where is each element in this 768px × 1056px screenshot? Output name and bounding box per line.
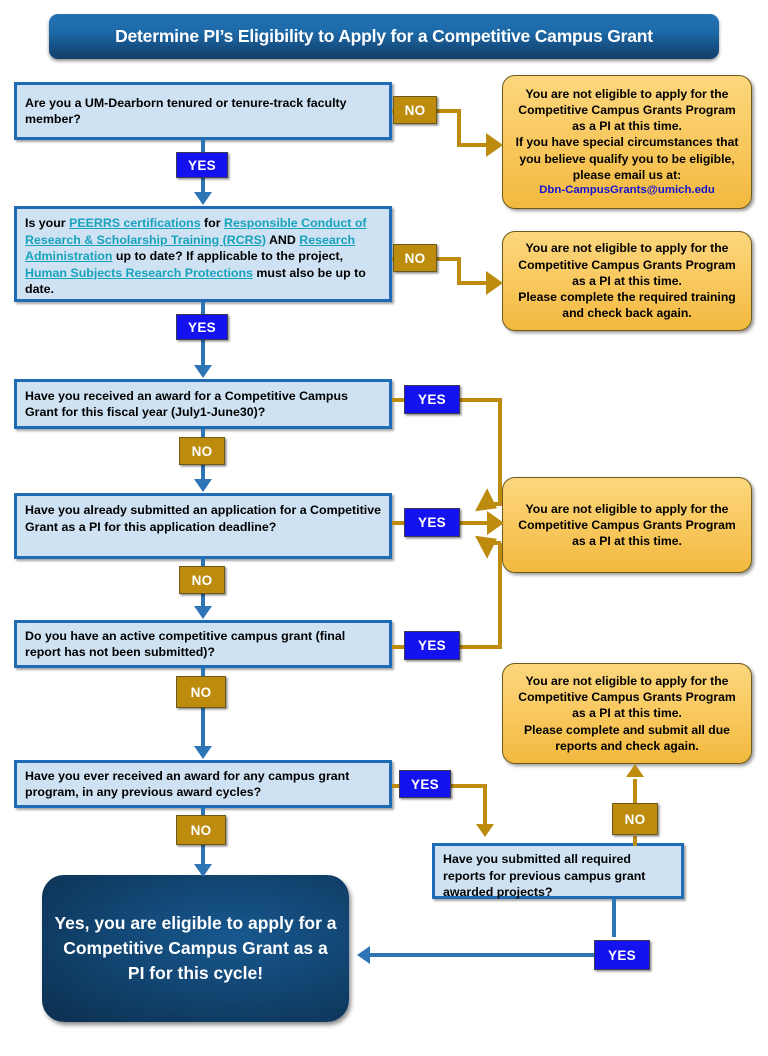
arrowhead-q1-yes (194, 192, 212, 205)
result-2-line2: Please complete the required training an… (518, 290, 736, 321)
label-no-q1: NO (393, 96, 437, 124)
label-no-q3: NO (179, 437, 225, 465)
connector-q6-yes-h2 (451, 784, 487, 788)
question-5-text: Do you have an active competitive campus… (25, 628, 346, 660)
question-box-7[interactable]: Have you submitted all required reports … (432, 843, 684, 899)
label-no-q2: NO (393, 244, 437, 272)
arrowhead-q6-yes (476, 824, 494, 837)
question-2-plain-2: for (200, 216, 225, 230)
connector-q1-no-v (457, 109, 461, 147)
final-result-box: Yes, you are eligible to apply for a Com… (42, 875, 349, 1022)
result-1-line1: You are not eligible to apply for the Co… (518, 86, 736, 134)
flowchart-canvas: Determine PI’s Eligibility to Apply for … (0, 0, 768, 1056)
label-no-q7: NO (612, 803, 658, 835)
question-box-4[interactable]: Have you already submitted an applicatio… (14, 493, 392, 559)
result-2-line1: You are not eligible to apply for the Co… (518, 241, 736, 288)
arrowhead-q2-yes (194, 365, 212, 378)
question-2-plain-6: up to date? If applicable to the project… (112, 249, 344, 263)
arrowhead-q5-no (194, 746, 212, 759)
connector-q7-yes-h (370, 953, 596, 957)
label-yes-q7: YES (594, 940, 650, 970)
connector-q5-yes-h2 (460, 645, 502, 649)
question-6-text: Have you ever received an award for any … (25, 768, 350, 800)
question-2-link-7[interactable]: Human Subjects Research Protections (25, 266, 253, 280)
result-box-1: You are not eligible to apply for the Co… (502, 75, 752, 209)
label-yes-q6: YES (399, 770, 451, 798)
label-yes-q3: YES (404, 385, 460, 414)
connector-q4-yes-h2 (460, 521, 490, 525)
result-1-line2: If you have special circumstances that y… (515, 135, 739, 182)
connector-q7-no-v1 (633, 836, 637, 846)
question-2-link-1[interactable]: PEERRS certifications (69, 216, 201, 230)
connector-q3-yes-v (498, 398, 502, 506)
arrowhead-q6-no (194, 864, 212, 877)
result-box-4: You are not eligible to apply for the Co… (502, 663, 752, 764)
connector-q2-yes-v2 (201, 340, 205, 368)
result-box-3: You are not eligible to apply for the Co… (502, 477, 752, 573)
arrowhead-q1-no (486, 133, 503, 157)
label-yes-q5: YES (404, 631, 460, 660)
result-box-2: You are not eligible to apply for the Co… (502, 231, 752, 331)
connector-q2-no-h3 (457, 281, 489, 285)
question-7-text: Have you submitted all required reports … (443, 852, 646, 899)
final-result-text: Yes, you are eligible to apply for a Com… (54, 913, 337, 983)
question-1-text: Are you a UM-Dearborn tenured or tenure-… (25, 95, 347, 127)
question-3-text: Have you received an award for a Competi… (25, 388, 348, 420)
question-box-5[interactable]: Do you have an active competitive campus… (14, 620, 392, 668)
arrowhead-q4-no (194, 606, 212, 619)
question-2-plain-4: AND (265, 232, 300, 247)
result-1-email: Dbn-CampusGrants@umich.edu (539, 184, 715, 197)
connector-q3-yes-h (392, 398, 404, 402)
connector-q4-yes-h (392, 521, 404, 525)
label-no-q4: NO (179, 566, 225, 594)
arrowhead-q3-no (194, 479, 212, 492)
result-4-line1: You are not eligible to apply for the Co… (518, 673, 736, 721)
question-box-2[interactable]: Is your PEERRS certifications for Respon… (14, 206, 392, 302)
connector-q6-yes-v (483, 784, 487, 826)
label-yes-q1: YES (176, 152, 228, 178)
question-box-6[interactable]: Have you ever received an award for any … (14, 760, 392, 808)
connector-q7-yes-v (612, 899, 616, 937)
label-yes-q4: YES (404, 508, 460, 537)
question-box-1[interactable]: Are you a UM-Dearborn tenured or tenure-… (14, 82, 392, 140)
connector-q5-yes-h (392, 645, 404, 649)
label-no-q6: NO (176, 815, 226, 845)
question-4-text: Have you already submitted an applicatio… (25, 503, 381, 534)
question-box-3[interactable]: Have you received an award for a Competi… (14, 379, 392, 429)
label-no-q5: NO (176, 676, 226, 708)
result-3-line1: You are not eligible to apply for the Co… (518, 501, 736, 549)
connector-q5-yes-v (498, 543, 502, 647)
chart-title: Determine PI’s Eligibility to Apply for … (49, 14, 719, 59)
question-2-plain-0: Is your (25, 216, 70, 230)
label-yes-q2: YES (176, 314, 228, 340)
arrowhead-q7-no (626, 764, 644, 777)
result-4-line2: Please complete and submit all due repor… (524, 722, 730, 753)
connector-q5-no-v2 (201, 708, 205, 750)
question-2-text: Is your PEERRS certifications for Respon… (25, 215, 381, 298)
arrowhead-q2-no (486, 271, 503, 295)
connector-q1-no-h3 (457, 143, 489, 147)
arrowhead-q7-yes (357, 946, 370, 964)
connector-q7-no-v2 (633, 779, 637, 805)
connector-q3-yes-h2 (460, 398, 502, 402)
